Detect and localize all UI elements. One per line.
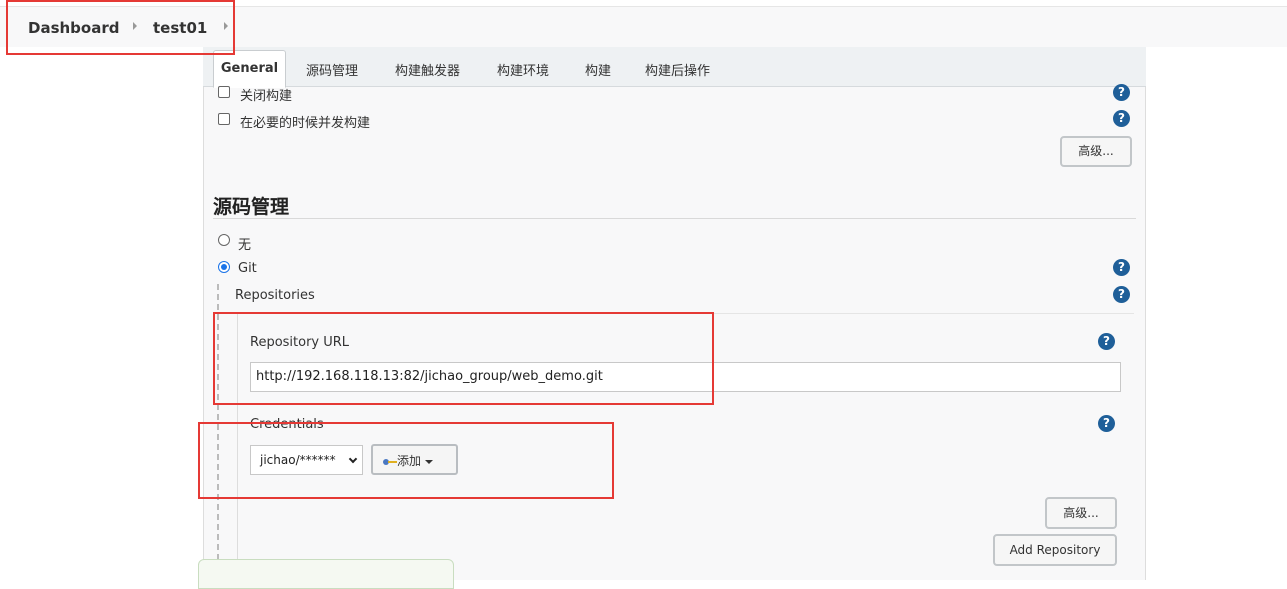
- disable-build-checkbox[interactable]: [218, 86, 230, 98]
- scm-none-radio[interactable]: [218, 234, 230, 246]
- help-icon[interactable]: ?: [1098, 333, 1115, 350]
- bottom-card: [198, 559, 454, 589]
- highlight-box-repository-url: [213, 312, 714, 405]
- help-icon[interactable]: ?: [1113, 110, 1130, 127]
- highlight-box-breadcrumb: [6, 0, 235, 55]
- tab-build-triggers[interactable]: 构建触发器: [395, 60, 460, 79]
- repository-advanced-button[interactable]: 高级...: [1045, 497, 1117, 529]
- help-icon[interactable]: ?: [1113, 84, 1130, 101]
- section-divider: [213, 218, 1136, 219]
- tab-scm[interactable]: 源码管理: [306, 60, 358, 79]
- help-icon[interactable]: ?: [1113, 259, 1130, 276]
- concurrent-build-label: 在必要的时候并发构建: [240, 116, 371, 131]
- add-repository-button[interactable]: Add Repository: [993, 534, 1117, 566]
- scm-git-label: Git: [238, 261, 257, 276]
- help-icon[interactable]: ?: [1113, 286, 1130, 303]
- concurrent-build-checkbox[interactable]: [218, 113, 230, 125]
- general-advanced-button[interactable]: 高级...: [1060, 136, 1132, 167]
- tab-post-build[interactable]: 构建后操作: [645, 60, 710, 79]
- section-title-scm: 源码管理: [213, 196, 290, 218]
- disable-build-label: 关闭构建: [240, 89, 293, 104]
- tab-build-environment[interactable]: 构建环境: [497, 60, 549, 79]
- highlight-box-credentials: [198, 422, 614, 499]
- tab-general[interactable]: General: [213, 50, 286, 88]
- tab-build[interactable]: 构建: [585, 60, 611, 79]
- scm-git-radio[interactable]: [218, 261, 230, 273]
- scm-none-label: 无: [238, 238, 252, 253]
- tab-bar: 源码管理 构建触发器 构建环境 构建 构建后操作: [203, 47, 1146, 87]
- help-icon[interactable]: ?: [1098, 415, 1115, 432]
- repositories-label: Repositories: [235, 288, 315, 303]
